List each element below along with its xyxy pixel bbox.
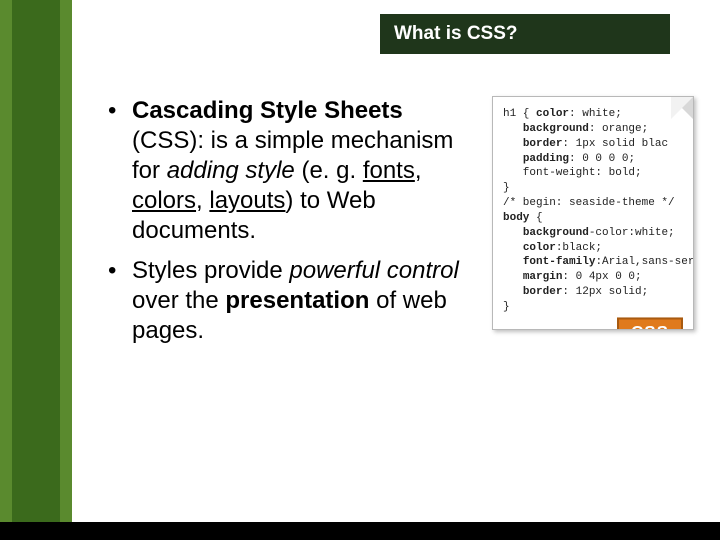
- c-l12b: margin: [523, 271, 563, 283]
- bullet-1-fonts: fonts: [363, 157, 415, 184]
- c-l12c: : 0 4px 0 0;: [562, 271, 641, 283]
- bullet-2: Styles provide powerful control over the…: [104, 256, 474, 346]
- bottom-bar: [0, 522, 720, 540]
- bullet-1: Cascading Style Sheets (CSS): is a simpl…: [104, 96, 474, 246]
- c-l8a: body: [503, 212, 529, 224]
- bullet-1-layouts: layouts: [209, 187, 285, 214]
- c-l11c: :Arial,sans-serif: [595, 256, 694, 268]
- c-l11b: font-family: [523, 256, 596, 268]
- c-l11a: [503, 256, 523, 268]
- c-l3a: [503, 138, 523, 150]
- c-l4a: [503, 153, 523, 165]
- c-l8b: {: [529, 212, 542, 224]
- c-l3c: : 1px solid blac: [562, 138, 668, 150]
- bullet-1-colors: colors: [132, 187, 196, 214]
- c-l6: }: [503, 182, 510, 194]
- c-l13b: border: [523, 286, 563, 298]
- slide-title: What is CSS?: [394, 23, 518, 45]
- title-box: What is CSS?: [380, 14, 670, 54]
- c-l9c: -color:white;: [589, 227, 675, 239]
- c-l1c: : white;: [569, 108, 622, 120]
- bullet-1-eg-open: (e. g.: [295, 157, 363, 184]
- c-l5: font-weight: bold;: [503, 167, 642, 179]
- c-l2b: background: [523, 123, 589, 135]
- c-l2a: [503, 123, 523, 135]
- bullet-2-presentation: presentation: [225, 287, 369, 314]
- c-l10b: color: [523, 242, 556, 254]
- page-curl-icon: [671, 97, 693, 119]
- c-l10a: [503, 242, 523, 254]
- c-l9b: background: [523, 227, 589, 239]
- side-stripe-inner: [12, 0, 60, 540]
- c-l1a: h1 {: [503, 108, 536, 120]
- c-l3b: border: [523, 138, 563, 150]
- c-l2c: : orange;: [589, 123, 648, 135]
- slide: What is CSS? Cascading Style Sheets (CSS…: [0, 0, 720, 540]
- c-l12a: [503, 271, 523, 283]
- side-stripe: [0, 0, 72, 540]
- content-area: Cascading Style Sheets (CSS): is a simpl…: [104, 96, 474, 356]
- code-snippet-card: h1 { color: white; background: orange; b…: [492, 96, 694, 330]
- c-l7: /* begin: seaside-theme */: [503, 197, 675, 209]
- code-body: h1 { color: white; background: orange; b…: [493, 97, 693, 329]
- c-l9a: [503, 227, 523, 239]
- bullet-1-lead: Cascading Style Sheets: [132, 97, 403, 124]
- bullet-1-sep1: ,: [415, 157, 422, 184]
- c-l13c: : 12px solid;: [562, 286, 648, 298]
- bullet-1-adding-style: adding style: [167, 157, 295, 184]
- c-l14: }: [503, 301, 510, 313]
- c-l10c: :black;: [556, 242, 602, 254]
- c-l4c: : 0 0 0 0;: [569, 153, 635, 165]
- css-badge: CSS: [617, 317, 683, 329]
- c-l13a: [503, 286, 523, 298]
- bullet-2-mid: over the: [132, 287, 225, 314]
- bullet-1-paren: (CSS):: [132, 127, 211, 154]
- c-l4b: padding: [523, 153, 569, 165]
- bullet-2-powerful: powerful control: [289, 257, 458, 284]
- bullet-2-pre: Styles provide: [132, 257, 289, 284]
- bullet-1-sep2: ,: [196, 187, 209, 214]
- c-l1b: color: [536, 108, 569, 120]
